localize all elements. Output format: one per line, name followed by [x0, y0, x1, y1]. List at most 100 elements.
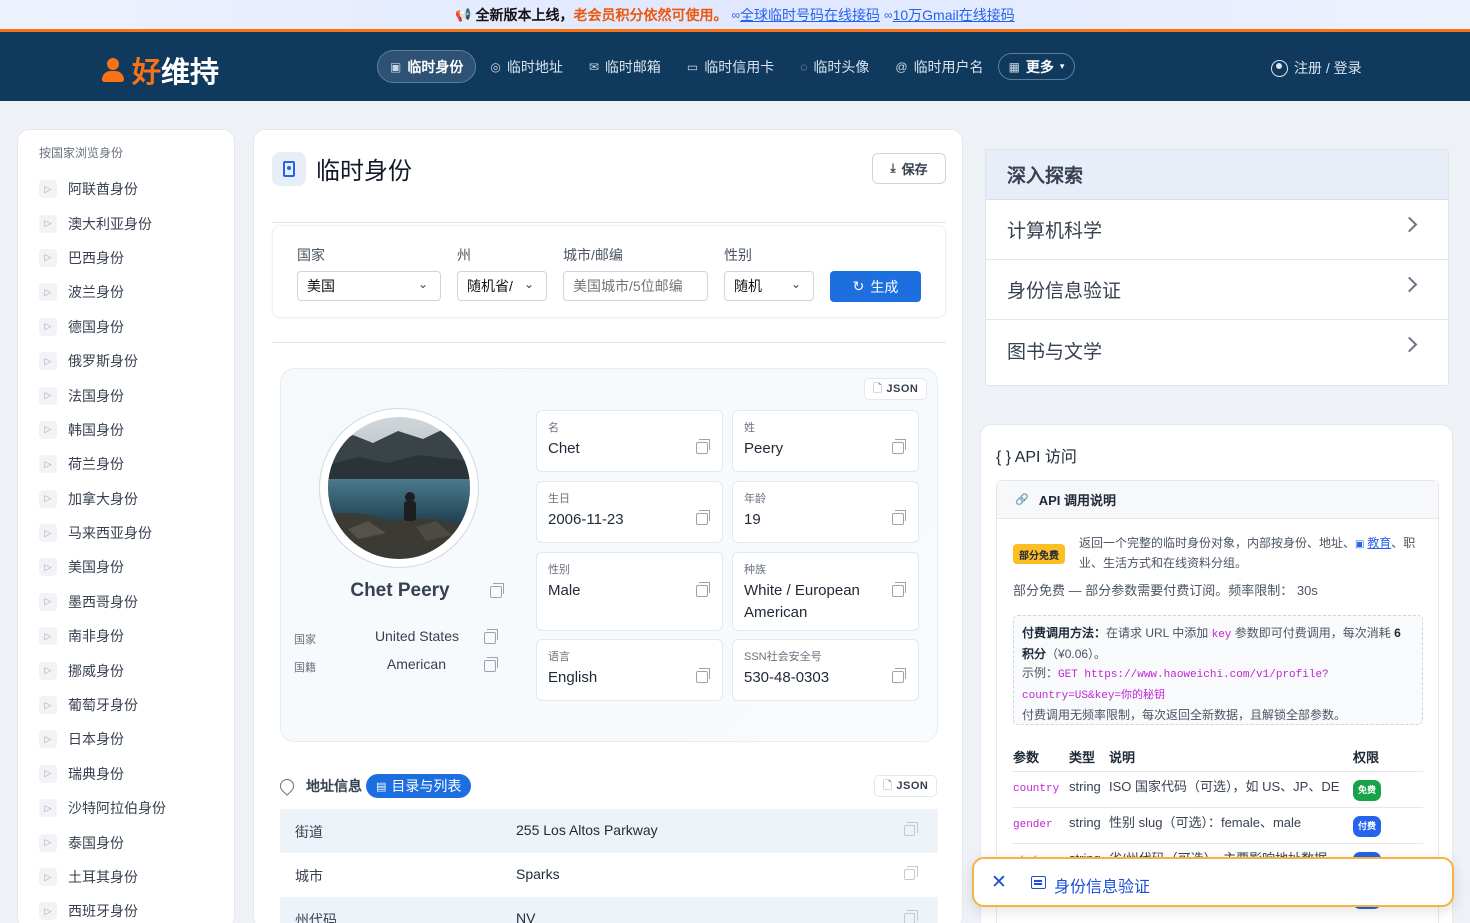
play-icon: ▷	[39, 592, 57, 611]
field-label: SSN社会安全号	[744, 651, 822, 663]
city-zip-input[interactable]	[563, 271, 708, 301]
envelope-icon: ✉	[588, 59, 599, 74]
nav-temp-identity[interactable]: ▣ 临时身份	[377, 50, 477, 83]
country-item[interactable]: ▷ 美国身份	[39, 550, 166, 584]
country-item[interactable]: ▷ 加拿大身份	[39, 482, 166, 516]
country-label: 日本身份	[68, 731, 124, 748]
copy-icon[interactable]	[484, 629, 498, 644]
logo[interactable]: 好维持	[102, 49, 219, 91]
country-item[interactable]: ▷ 韩国身份	[39, 413, 166, 447]
copy-icon[interactable]	[484, 657, 498, 672]
country-item[interactable]: ▷ 荷兰身份	[39, 447, 166, 481]
nav-temp-email[interactable]: ✉ 临时邮箱	[577, 50, 673, 83]
copy-icon[interactable]	[904, 822, 918, 836]
copy-icon[interactable]	[696, 439, 710, 454]
country-label: 波兰身份	[68, 284, 124, 301]
page-title: 临时身份	[316, 158, 412, 185]
play-icon: ▷	[39, 902, 57, 921]
country-item[interactable]: ▷ 挪威身份	[39, 653, 166, 687]
chevron-down-icon: ⌄	[790, 277, 801, 291]
play-icon: ▷	[39, 489, 57, 508]
copy-icon[interactable]	[904, 910, 918, 923]
gender-select[interactable]: 随机 ⌄	[724, 271, 814, 301]
gender-select-value: 随机	[734, 278, 762, 294]
field-value: White / European American	[744, 582, 860, 621]
copy-icon[interactable]	[892, 668, 906, 683]
param-desc: ISO 国家代码（可选），如 US、JP、DE	[1109, 778, 1340, 794]
copy-icon[interactable]	[892, 439, 906, 454]
nav-label: 临时头像	[813, 58, 870, 75]
country-item[interactable]: ▷ 阿联酋身份	[39, 172, 166, 206]
json-label: JSON	[886, 383, 919, 395]
floating-link[interactable]: 身份信息验证	[1054, 873, 1150, 897]
close-icon[interactable]: ✕	[991, 871, 1007, 894]
city-label: 城市/邮编	[563, 247, 623, 263]
explore-item-identity-verification[interactable]: 身份信息验证	[986, 260, 1448, 320]
refresh-icon: ↻	[852, 278, 865, 294]
profile-json-button[interactable]: 🗋 JSON	[864, 378, 928, 400]
announce-link-gmail[interactable]: 10万Gmail在线接码	[893, 5, 1015, 25]
address-json-button[interactable]: 🗋 JSON	[874, 775, 938, 797]
copy-icon[interactable]	[892, 510, 906, 525]
nav-temp-credit-card[interactable]: ▭ 临时信用卡	[675, 50, 786, 83]
nav-temp-avatar[interactable]: ◌ 临时头像	[788, 50, 881, 83]
country-label: 泰国身份	[68, 834, 124, 851]
copy-icon[interactable]	[892, 582, 906, 597]
copy-icon[interactable]	[696, 668, 710, 683]
explore-item-books-literature[interactable]: 图书与文学	[986, 320, 1448, 380]
nav-temp-address[interactable]: ◎ 临时地址	[478, 50, 574, 83]
param-type: string	[1069, 778, 1101, 794]
nav-temp-username[interactable]: @ 临时用户名	[883, 50, 995, 83]
api-docs-header[interactable]: 🔗 API 调用说明	[997, 481, 1438, 519]
col-type: 类型	[1069, 750, 1096, 766]
country-item[interactable]: ▷ 葡萄牙身份	[39, 688, 166, 722]
country-item[interactable]: ▷ 南非身份	[39, 619, 166, 653]
country-item[interactable]: ▷ 巴西身份	[39, 241, 166, 275]
country-item[interactable]: ▷ 西班牙身份	[39, 894, 166, 923]
country-label: 土耳其身份	[68, 869, 138, 885]
announce-link-numbers[interactable]: 全球临时号码在线接码	[740, 5, 880, 25]
country-item[interactable]: ▷ 日本身份	[39, 722, 166, 756]
address-row-state: 州代码 NV	[280, 897, 938, 923]
directory-list-button[interactable]: ▤ 目录与列表	[366, 774, 472, 798]
example-url[interactable]: GET https://www.haoweichi.com/v1/profile…	[1022, 669, 1329, 702]
play-icon: ▷	[39, 214, 57, 233]
login-register-link[interactable]: 注册 / 登录	[1271, 58, 1362, 78]
play-icon: ▷	[39, 317, 57, 336]
generate-button[interactable]: ↻ 生成	[830, 271, 921, 302]
country-item[interactable]: ▷ 墨西哥身份	[39, 585, 166, 619]
country-item[interactable]: ▷ 法国身份	[39, 378, 166, 412]
copy-icon[interactable]	[490, 583, 504, 598]
api-title: { } API 访问	[996, 449, 1077, 466]
country-item[interactable]: ▷ 波兰身份	[39, 275, 166, 309]
country-item[interactable]: ▷ 泰国身份	[39, 825, 166, 859]
explore-item-computer-science[interactable]: 计算机科学	[986, 200, 1448, 260]
state-label: 州	[457, 247, 471, 263]
country-item[interactable]: ▷ 俄罗斯身份	[39, 344, 166, 378]
country-item[interactable]: ▷ 土耳其身份	[39, 860, 166, 894]
copy-icon[interactable]	[696, 582, 710, 597]
nav-more-dropdown[interactable]: ▦ 更多 ▾	[997, 53, 1076, 80]
country-item[interactable]: ▷ 德国身份	[39, 310, 166, 344]
education-link[interactable]: 教育	[1367, 536, 1391, 550]
country-item[interactable]: ▷ 澳大利亚身份	[39, 206, 166, 240]
country-item[interactable]: ▷ 瑞典身份	[39, 757, 166, 791]
field-label: 语言	[548, 651, 570, 663]
field-value: Peery	[744, 440, 784, 457]
main-nav: ▣ 临时身份 ◎ 临时地址 ✉ 临时邮箱 ▭ 临时信用卡 ◌ 临时头像 @ 临时用户名 ▦ 更…	[377, 50, 1077, 83]
play-icon: ▷	[39, 868, 57, 886]
field-birthday: 生日 2006-11-23	[536, 481, 723, 543]
address-value: NV	[516, 910, 536, 923]
address-row-city: 城市 Sparks	[280, 853, 938, 897]
logo-text-b: 维持	[161, 57, 220, 89]
state-select[interactable]: 随机省/ ⌄	[457, 271, 547, 301]
chevron-right-icon	[1401, 276, 1418, 293]
address-key: 街道	[295, 824, 323, 840]
country-item[interactable]: ▷ 沙特阿拉伯身份	[39, 791, 166, 825]
country-item[interactable]: ▷ 马来西亚身份	[39, 516, 166, 550]
copy-icon[interactable]	[904, 866, 918, 880]
divider	[272, 342, 946, 343]
save-button[interactable]: ⤓ 保存	[872, 153, 946, 184]
copy-icon[interactable]	[696, 510, 710, 525]
country-select[interactable]: 美国 ⌄	[297, 271, 441, 301]
